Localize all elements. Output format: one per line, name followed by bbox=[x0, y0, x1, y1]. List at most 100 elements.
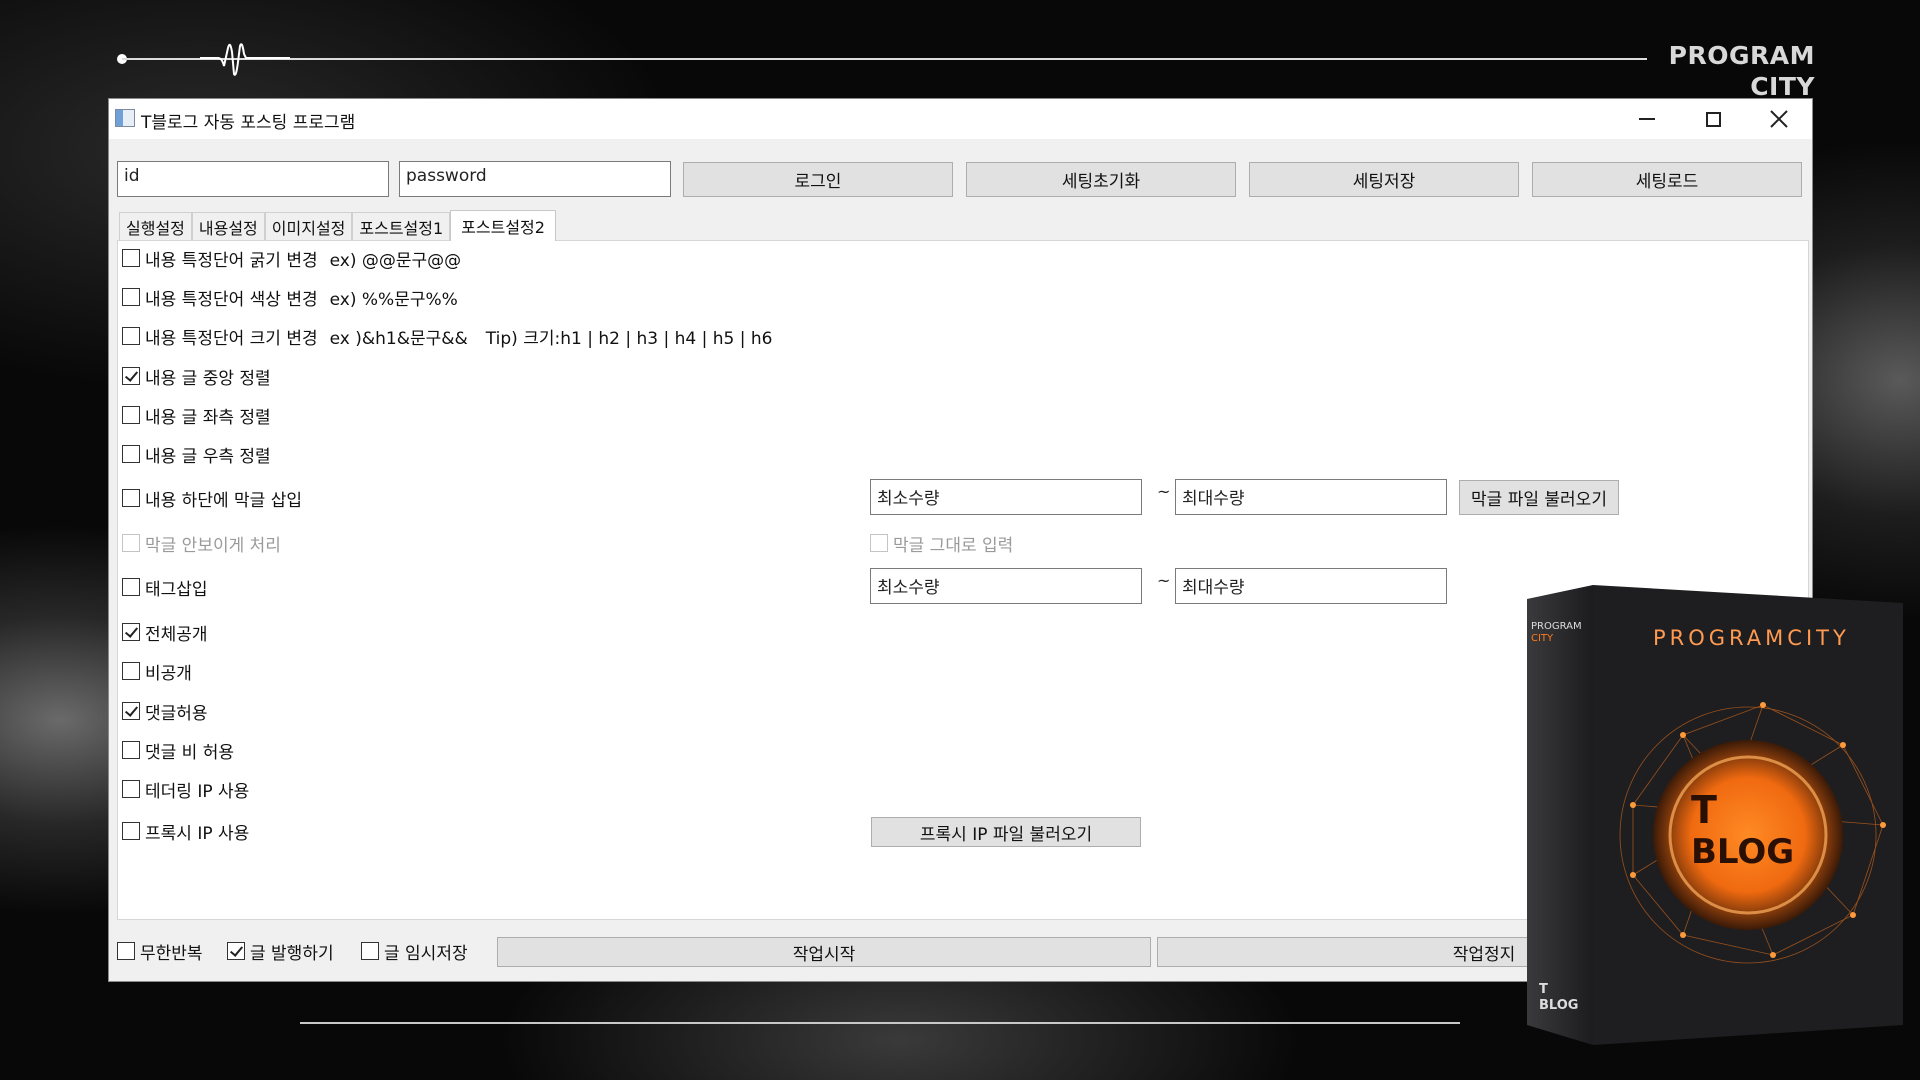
option-filler-label: 내용 하단에 막글 삽입 bbox=[145, 490, 302, 511]
option-comments-allow-label: 댓글허용 bbox=[145, 703, 208, 724]
option-comments-allow-checkbox[interactable] bbox=[122, 702, 140, 720]
option-filler-hide-checkbox bbox=[122, 534, 140, 552]
product-logo-blog: BLOG bbox=[1691, 832, 1794, 872]
product-box-image: PROGRAMCITY T BLOG PROGRAM CITY T BLOG bbox=[1527, 585, 1903, 1045]
option-tethering-label: 테더링 IP 사용 bbox=[145, 781, 250, 802]
tab-strip: 실행설정 내용설정 이미지설정 포스트설정1 포스트설정2 bbox=[119, 210, 556, 241]
draft-checkbox[interactable] bbox=[361, 942, 379, 960]
option-comments-allow-row[interactable]: 댓글허용 bbox=[122, 699, 208, 724]
option-tethering-checkbox[interactable] bbox=[122, 780, 140, 798]
option-color-checkbox[interactable] bbox=[122, 288, 140, 306]
brand-logo: PROGRAM CITY bbox=[1669, 40, 1815, 102]
close-icon bbox=[1770, 110, 1788, 128]
login-button[interactable]: 로그인 bbox=[683, 162, 953, 197]
option-comments-deny-row[interactable]: 댓글 비 허용 bbox=[122, 738, 235, 763]
tag-range-separator: ~ bbox=[1157, 571, 1171, 590]
proxy-file-load-button[interactable]: 프록시 IP 파일 불러오기 bbox=[871, 817, 1141, 847]
option-comments-deny-checkbox[interactable] bbox=[122, 741, 140, 759]
option-filler-hide-row: 막글 안보이게 처리 bbox=[122, 531, 281, 556]
header-line bbox=[122, 58, 1647, 60]
tab-run-settings[interactable]: 실행설정 bbox=[119, 212, 192, 240]
filler-min-input[interactable]: 최소수량 bbox=[870, 479, 1142, 515]
option-bold-label: 내용 특정단어 굵기 변경 bbox=[145, 250, 318, 271]
maximize-icon bbox=[1705, 111, 1721, 127]
product-spine-label-2: CITY bbox=[1531, 633, 1554, 644]
save-settings-button[interactable]: 세팅저장 bbox=[1249, 162, 1519, 197]
option-size-tip: Tip) 크기:h1 | h2 | h3 | h4 | h5 | h6 bbox=[485, 328, 773, 349]
option-tags-row[interactable]: 태그삽입 bbox=[122, 575, 208, 600]
option-proxy-checkbox[interactable] bbox=[122, 822, 140, 840]
option-public-row[interactable]: 전체공개 bbox=[122, 620, 208, 645]
option-left-row[interactable]: 내용 글 좌측 정렬 bbox=[122, 403, 271, 428]
option-center-checkbox[interactable] bbox=[122, 367, 140, 385]
draft-row[interactable]: 글 임시저장 bbox=[361, 939, 468, 964]
window-title: T블로그 자동 포스팅 프로그램 bbox=[141, 113, 356, 133]
minimize-button[interactable] bbox=[1614, 99, 1680, 139]
app-icon bbox=[115, 109, 135, 127]
title-bar[interactable]: T블로그 자동 포스팅 프로그램 bbox=[109, 99, 1812, 139]
option-left-checkbox[interactable] bbox=[122, 406, 140, 424]
loop-checkbox[interactable] bbox=[117, 942, 135, 960]
option-color-label: 내용 특정단어 색상 변경 bbox=[145, 289, 318, 310]
tab-content-settings[interactable]: 내용설정 bbox=[191, 212, 265, 240]
filler-max-input[interactable]: 최대수량 bbox=[1175, 479, 1447, 515]
option-public-checkbox[interactable] bbox=[122, 623, 140, 641]
tab-image-settings[interactable]: 이미지설정 bbox=[264, 212, 353, 240]
publish-checkbox[interactable] bbox=[227, 942, 245, 960]
option-size-checkbox[interactable] bbox=[122, 327, 140, 345]
option-comments-deny-label: 댓글 비 허용 bbox=[145, 742, 235, 763]
reset-settings-button[interactable]: 세팅초기화 bbox=[966, 162, 1236, 197]
option-proxy-row[interactable]: 프록시 IP 사용 bbox=[122, 819, 250, 844]
option-private-label: 비공개 bbox=[145, 663, 192, 684]
brand-line-1: PROGRAM bbox=[1668, 41, 1815, 70]
option-proxy-label: 프록시 IP 사용 bbox=[145, 823, 250, 844]
option-bold-checkbox[interactable] bbox=[122, 249, 140, 267]
pulse-wave-icon bbox=[200, 43, 290, 76]
footer-line bbox=[300, 1022, 1460, 1024]
option-right-row[interactable]: 내용 글 우측 정렬 bbox=[122, 442, 271, 467]
load-settings-button[interactable]: 세팅로드 bbox=[1532, 162, 1802, 197]
option-filler-raw-checkbox bbox=[870, 534, 888, 552]
publish-label: 글 발행하기 bbox=[250, 943, 334, 964]
tag-min-input[interactable]: 최소수량 bbox=[870, 568, 1142, 604]
option-public-label: 전체공개 bbox=[145, 624, 208, 645]
start-job-button[interactable]: 작업시작 bbox=[497, 937, 1151, 967]
option-color-row[interactable]: 내용 특정단어 색상 변경 ex) %%문구%% bbox=[122, 285, 458, 310]
option-right-checkbox[interactable] bbox=[122, 445, 140, 463]
option-center-label: 내용 글 중앙 정렬 bbox=[145, 368, 271, 389]
option-tethering-row[interactable]: 테더링 IP 사용 bbox=[122, 777, 250, 802]
draft-label: 글 임시저장 bbox=[384, 943, 468, 964]
tab-post-settings-1[interactable]: 포스트설정1 bbox=[352, 212, 451, 240]
option-size-label: 내용 특정단어 크기 변경 bbox=[145, 328, 318, 349]
option-filler-raw-label: 막글 그대로 입력 bbox=[893, 535, 1014, 556]
option-tags-checkbox[interactable] bbox=[122, 578, 140, 596]
filler-file-load-button[interactable]: 막글 파일 불러오기 bbox=[1459, 480, 1619, 515]
option-left-label: 내용 글 좌측 정렬 bbox=[145, 407, 271, 428]
option-private-row[interactable]: 비공개 bbox=[122, 659, 192, 684]
option-filler-checkbox[interactable] bbox=[122, 489, 140, 507]
option-private-checkbox[interactable] bbox=[122, 662, 140, 680]
filler-range-separator: ~ bbox=[1157, 482, 1171, 501]
publish-row[interactable]: 글 발행하기 bbox=[227, 939, 334, 964]
tab-post-settings-2[interactable]: 포스트설정2 bbox=[450, 210, 556, 241]
maximize-button[interactable] bbox=[1680, 99, 1746, 139]
option-bold-hint: ex) @@문구@@ bbox=[329, 250, 462, 271]
option-size-hint: ex )&h1&문구&& bbox=[329, 328, 468, 349]
loop-row[interactable]: 무한반복 bbox=[117, 939, 203, 964]
option-filler-raw-row: 막글 그대로 입력 bbox=[870, 531, 1014, 556]
option-right-label: 내용 글 우측 정렬 bbox=[145, 446, 271, 467]
option-bold-row[interactable]: 내용 특정단어 굵기 변경 ex) @@문구@@ bbox=[122, 246, 462, 271]
product-front-title: PROGRAMCITY bbox=[1653, 626, 1850, 650]
option-tags-label: 태그삽입 bbox=[145, 579, 208, 600]
loop-label: 무한반복 bbox=[140, 943, 203, 964]
option-center-row[interactable]: 내용 글 중앙 정렬 bbox=[122, 364, 271, 389]
minimize-icon bbox=[1639, 118, 1655, 120]
product-logo-t: T bbox=[1691, 788, 1717, 832]
password-input[interactable]: password bbox=[399, 161, 671, 197]
option-size-row[interactable]: 내용 특정단어 크기 변경 ex )&h1&문구&& Tip) 크기:h1 | … bbox=[122, 324, 773, 349]
id-input[interactable]: id bbox=[117, 161, 389, 197]
tag-max-input[interactable]: 최대수량 bbox=[1175, 568, 1447, 604]
close-button[interactable] bbox=[1746, 99, 1812, 139]
option-filler-row[interactable]: 내용 하단에 막글 삽입 bbox=[122, 486, 302, 511]
product-spine-blog: BLOG bbox=[1539, 998, 1578, 1013]
